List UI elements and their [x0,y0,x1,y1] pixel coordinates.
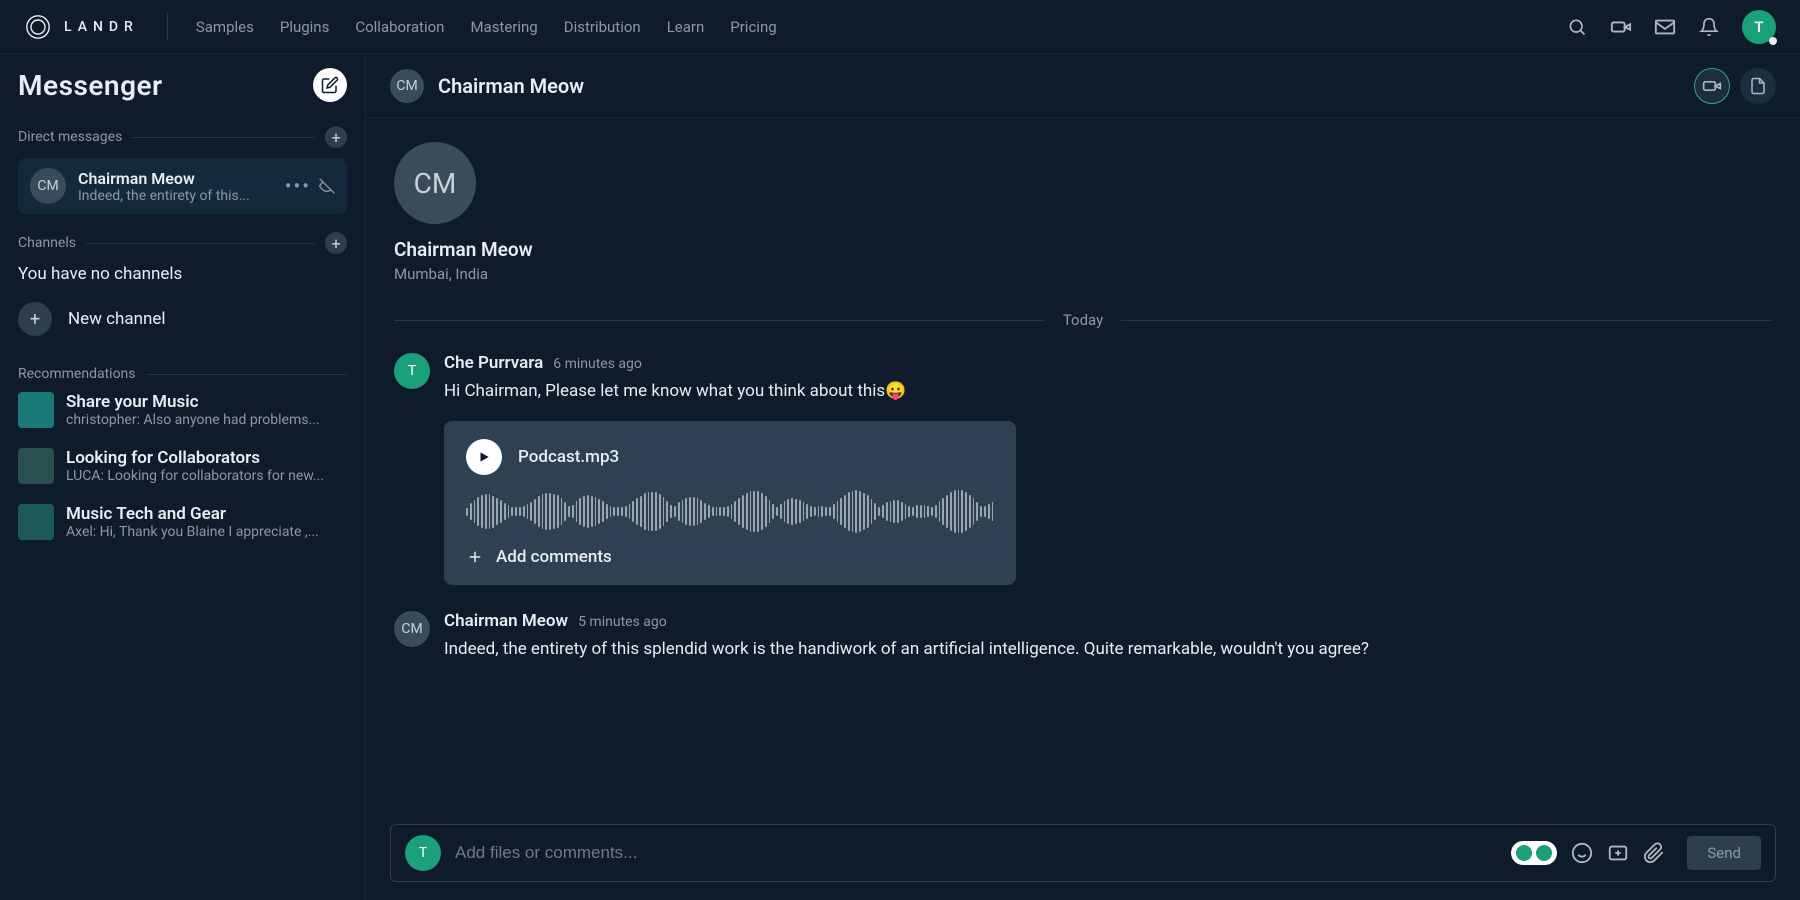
add-channel-button[interactable]: + [325,232,347,254]
message-body: Indeed, the entirety of this splendid wo… [444,637,1772,663]
waveform[interactable] [466,489,994,535]
profile-avatar: CM [394,142,476,224]
rec-title: Share your Music [66,392,320,412]
composer-avatar: T [405,835,441,871]
search-icon[interactable] [1566,16,1588,38]
nav-links: Samples Plugins Collaboration Mastering Dist… [196,18,777,36]
grammarly-widget[interactable] [1511,841,1557,865]
profile-location: Mumbai, India [394,265,1772,283]
message-time: 5 minutes ago [578,614,667,630]
rec-item[interactable]: Music Tech and GearAxel: Hi, Thank you B… [18,504,347,540]
mute-icon [319,178,335,194]
top-nav: LANDR Samples Plugins Collaboration Masteri… [0,0,1800,54]
message-author: Che Purrvara [444,353,543,373]
chat-main: CM Chairman Meow CM Chairman Meow Mumbai… [366,54,1800,900]
chat-video-button[interactable] [1694,68,1730,104]
rec-thumb [18,504,54,540]
bell-icon[interactable] [1698,16,1720,38]
emoji-icon[interactable] [1571,842,1593,864]
profile-name: Chairman Meow [394,238,1772,261]
nav-collaboration[interactable]: Collaboration [355,18,444,36]
nav-pricing[interactable]: Pricing [730,18,776,36]
rec-sub: LUCA: Looking for collaborators for new.… [66,468,324,484]
message: T Che Purrvara 6 minutes ago Hi Chairman,… [394,353,1772,585]
message-author: Chairman Meow [444,611,568,631]
audio-filename: Podcast.mp3 [518,447,619,467]
no-channels-text: You have no channels [18,264,347,284]
nav-samples[interactable]: Samples [196,18,254,36]
rec-sub: Axel: Hi, Thank you Blaine I appreciate … [66,524,319,540]
rec-title: Looking for Collaborators [66,448,324,468]
composer: T Send [390,824,1776,882]
send-button[interactable]: Send [1687,836,1761,870]
rec-thumb [18,448,54,484]
nav-mastering[interactable]: Mastering [470,18,537,36]
rec-item[interactable]: Share your Musicchristopher: Also anyone… [18,392,347,428]
rec-item[interactable]: Looking for CollaboratorsLUCA: Looking f… [18,448,347,484]
add-comments-button[interactable]: Add comments [466,547,994,567]
dm-name: Chairman Meow [78,169,250,188]
chat-file-button[interactable] [1740,68,1776,104]
compose-button[interactable] [313,68,347,102]
rec-title: Music Tech and Gear [66,504,319,524]
play-button[interactable] [466,439,502,475]
message-time: 6 minutes ago [553,356,642,372]
dm-item[interactable]: CM Chairman Meow Indeed, the entirety of… [18,158,347,214]
dm-section-header: Direct messages + [18,126,347,148]
composer-input[interactable] [455,843,1497,863]
add-dm-button[interactable]: + [325,126,347,148]
channels-section-header: Channels + [18,232,347,254]
recommendations-header: Recommendations [18,366,347,382]
brand-name: LANDR [64,19,139,35]
date-divider: Today [394,311,1772,329]
message-avatar: CM [394,611,430,647]
video-icon[interactable] [1610,16,1632,38]
brand[interactable]: LANDR [24,13,168,41]
sidebar-title: Messenger [18,69,163,102]
audio-attachment: Podcast.mp3 Add comments [444,421,1016,585]
nav-plugins[interactable]: Plugins [280,18,329,36]
dm-avatar: CM [30,168,66,204]
more-icon[interactable]: ••• [285,174,311,198]
chat-header-name: Chairman Meow [438,74,584,98]
chat-header-avatar: CM [390,69,424,103]
message: CM Chairman Meow 5 minutes ago Indeed, th… [394,611,1772,663]
nav-distribution[interactable]: Distribution [564,18,641,36]
sidebar: Messenger Direct messages + CM Chairman … [0,54,366,900]
logo-icon [24,13,52,41]
dm-preview: Indeed, the entirety of this... [78,188,250,204]
new-channel-button[interactable]: + New channel [18,302,347,336]
chat-profile: CM Chairman Meow Mumbai, India [394,142,1772,283]
plus-icon: + [18,302,52,336]
rec-thumb [18,392,54,428]
attachment-icon[interactable] [1643,842,1665,864]
user-avatar[interactable]: T [1742,10,1776,44]
chat-header: CM Chairman Meow [366,54,1800,118]
message-avatar: T [394,353,430,389]
message-body: Hi Chairman, Please let me know what you… [444,379,1772,405]
rec-sub: christopher: Also anyone had problems... [66,412,320,428]
media-icon[interactable] [1607,842,1629,864]
nav-learn[interactable]: Learn [667,18,705,36]
mail-icon[interactable] [1654,16,1676,38]
